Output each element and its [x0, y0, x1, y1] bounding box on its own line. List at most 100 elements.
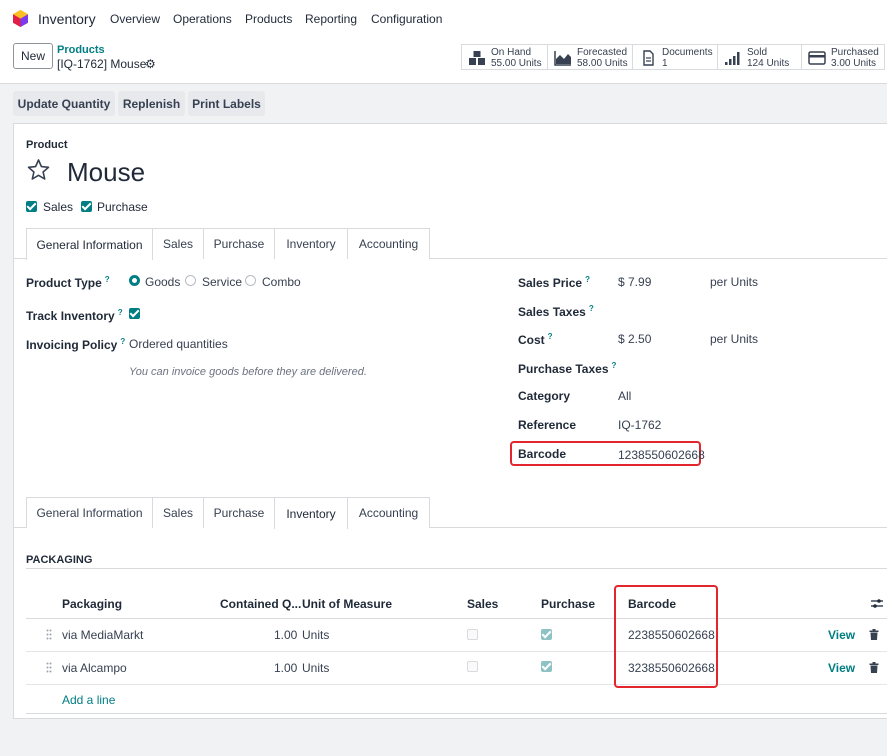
- menu-reporting[interactable]: Reporting: [305, 12, 357, 26]
- col-unit-of-measure[interactable]: Unit of Measure: [302, 597, 392, 611]
- tab-purchase[interactable]: Purchase: [203, 228, 275, 259]
- col-contained-qty[interactable]: Contained Q...: [220, 597, 301, 611]
- category-field[interactable]: All: [618, 389, 631, 403]
- row-packaging-name[interactable]: via Alcampo: [62, 661, 127, 675]
- purchase-checkbox-label: Purchase: [97, 200, 148, 214]
- radio-goods[interactable]: [129, 275, 140, 286]
- row-sales-checkbox[interactable]: [467, 629, 478, 640]
- col-packaging[interactable]: Packaging: [62, 597, 122, 611]
- gear-icon[interactable]: ⚙: [145, 57, 156, 71]
- column-settings-icon[interactable]: [871, 598, 883, 609]
- document-icon: [643, 50, 654, 66]
- packaging-section-title: PACKAGING: [26, 554, 93, 566]
- tab-sales[interactable]: Sales: [152, 228, 204, 259]
- sales-checkbox-label: Sales: [43, 200, 74, 214]
- drag-handle-icon[interactable]: [46, 629, 52, 640]
- radio-service-label: Service: [202, 275, 243, 289]
- menu-configuration[interactable]: Configuration: [371, 12, 442, 26]
- tab-general-information[interactable]: General Information: [26, 228, 153, 260]
- row-divider: [26, 684, 887, 685]
- track-inventory-checkbox[interactable]: [129, 308, 140, 319]
- tab-sales-2[interactable]: Sales: [152, 497, 204, 528]
- barcode-field[interactable]: 1238550602668: [618, 448, 705, 462]
- section-divider: [26, 568, 887, 569]
- stat-on-hand[interactable]: On Hand 55.00 Units: [461, 44, 548, 70]
- row-uom[interactable]: Units: [302, 661, 329, 675]
- cubes-icon: [469, 51, 485, 65]
- stat-value: 1: [662, 58, 668, 69]
- tab-accounting-2[interactable]: Accounting: [347, 497, 430, 528]
- row-sales-checkbox[interactable]: [467, 661, 478, 672]
- drag-handle-icon[interactable]: [46, 662, 52, 673]
- row-contained-qty[interactable]: 1.00: [274, 628, 297, 642]
- row-view-link[interactable]: View: [828, 628, 855, 642]
- stat-value: 3.00 Units: [831, 58, 877, 69]
- app-name[interactable]: Inventory: [38, 11, 96, 27]
- cost-label: Cost?: [518, 332, 553, 347]
- cost-unit: per Units: [710, 332, 759, 346]
- table-bottom-line: [26, 713, 887, 714]
- update-quantity-button[interactable]: Update Quantity: [13, 91, 115, 116]
- tab-accounting[interactable]: Accounting: [347, 228, 430, 259]
- stat-label: On Hand: [491, 47, 532, 58]
- row-contained-qty[interactable]: 1.00: [274, 661, 297, 675]
- menu-overview[interactable]: Overview: [110, 12, 160, 26]
- inventory-app-icon[interactable]: [12, 10, 29, 27]
- sales-taxes-label: Sales Taxes?: [518, 304, 594, 319]
- stat-purchased[interactable]: Purchased 3.00 Units: [801, 44, 885, 70]
- invoicing-policy-field[interactable]: Ordered quantities: [129, 337, 228, 351]
- stat-forecasted[interactable]: Forecasted 58.00 Units: [547, 44, 633, 70]
- stat-value: 55.00 Units: [491, 58, 542, 69]
- tab-general-information-2[interactable]: General Information: [26, 497, 153, 528]
- tab-purchase-2[interactable]: Purchase: [203, 497, 275, 528]
- row-uom[interactable]: Units: [302, 628, 329, 642]
- row-divider: [26, 651, 887, 652]
- radio-combo-label: Combo: [262, 275, 301, 289]
- trash-icon[interactable]: [869, 629, 879, 640]
- radio-combo[interactable]: [245, 275, 256, 286]
- barcode-column-highlight-box: [614, 585, 718, 688]
- top-navbar: Inventory Overview Operations Products R…: [0, 0, 887, 38]
- stat-label: Purchased: [831, 47, 879, 58]
- reference-label: Reference: [518, 418, 577, 432]
- barcode-label: Barcode: [518, 447, 567, 461]
- invoicing-policy-hint: You can invoice goods before they are de…: [129, 366, 367, 378]
- product-caption: Product: [26, 139, 68, 151]
- sales-price-label: Sales Price?: [518, 275, 590, 290]
- row-purchase-checkbox[interactable]: [541, 629, 552, 640]
- tab-inventory[interactable]: Inventory: [274, 228, 348, 259]
- stat-sold[interactable]: Sold 124 Units: [717, 44, 802, 70]
- reference-field[interactable]: IQ-1762: [618, 418, 661, 432]
- row-purchase-checkbox[interactable]: [541, 661, 552, 672]
- sales-price-field[interactable]: $ 7.99: [618, 275, 651, 289]
- breadcrumb-products[interactable]: Products: [57, 44, 105, 56]
- menu-products[interactable]: Products: [245, 12, 292, 26]
- stat-documents[interactable]: Documents 1: [632, 44, 718, 70]
- print-labels-button[interactable]: Print Labels: [188, 91, 265, 116]
- trash-icon[interactable]: [869, 662, 879, 673]
- purchase-taxes-label: Purchase Taxes?: [518, 361, 617, 376]
- star-icon[interactable]: [26, 158, 51, 182]
- product-type-label: Product Type?: [26, 275, 110, 290]
- product-name-field[interactable]: Mouse: [67, 157, 145, 188]
- radio-service[interactable]: [185, 275, 196, 286]
- credit-card-icon: [808, 51, 826, 65]
- add-line-link[interactable]: Add a line: [62, 693, 115, 707]
- stat-value: 124 Units: [747, 58, 790, 69]
- replenish-button[interactable]: Replenish: [118, 91, 185, 116]
- cost-field[interactable]: $ 2.50: [618, 332, 651, 346]
- radio-goods-label: Goods: [145, 275, 181, 289]
- tab-inventory-2[interactable]: Inventory: [274, 497, 348, 529]
- sales-checkbox[interactable]: [26, 201, 37, 212]
- row-view-link[interactable]: View: [828, 661, 855, 675]
- menu-operations[interactable]: Operations: [173, 12, 232, 26]
- stat-label: Forecasted: [577, 47, 628, 58]
- new-button[interactable]: New: [13, 43, 53, 69]
- area-chart-icon: [554, 51, 571, 66]
- invoicing-policy-label: Invoicing Policy?: [26, 337, 126, 352]
- col-sales[interactable]: Sales: [467, 597, 498, 611]
- control-panel: New Products [IQ-1762] Mouse ⚙ On Hand 5…: [0, 38, 887, 84]
- col-purchase[interactable]: Purchase: [541, 597, 595, 611]
- row-packaging-name[interactable]: via MediaMarkt: [62, 628, 143, 642]
- purchase-checkbox[interactable]: [81, 201, 92, 212]
